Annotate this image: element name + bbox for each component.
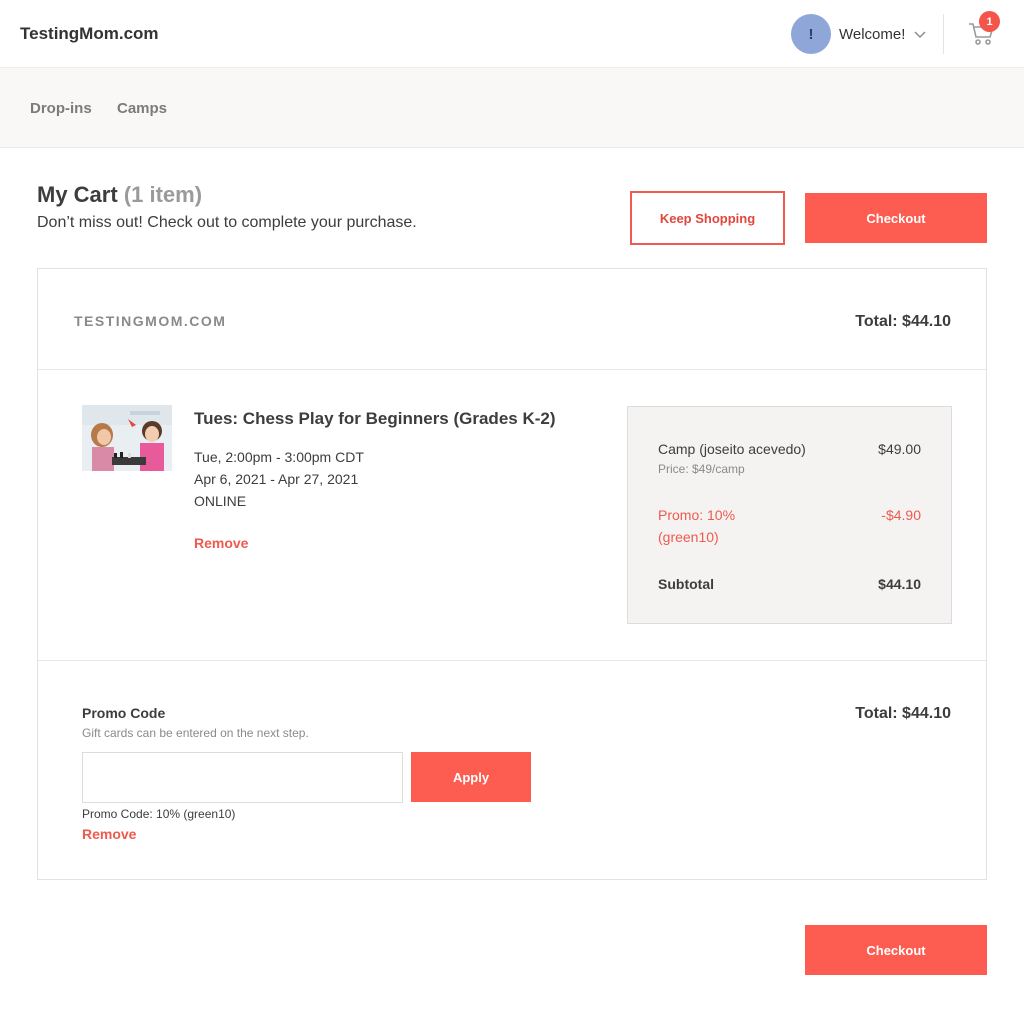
vendor-total: Total: $44.10 <box>855 313 951 330</box>
welcome-label: Welcome! <box>839 25 906 43</box>
item-dates: Apr 6, 2021 - Apr 27, 2021 <box>194 471 359 487</box>
divider <box>38 660 986 661</box>
line-item-label: Camp (joseito acevedo) <box>658 441 806 457</box>
page-title: My Cart (1 item) <box>37 182 202 208</box>
price-summary: Camp (joseito acevedo) $49.00 Price: $49… <box>627 406 952 624</box>
item-thumbnail <box>82 405 172 471</box>
nav-drop-ins[interactable]: Drop-ins <box>30 100 92 117</box>
avatar: ! <box>791 14 831 54</box>
remove-promo-link[interactable]: Remove <box>82 826 136 842</box>
item-title[interactable]: Tues: Chess Play for Beginners (Grades K… <box>194 409 556 429</box>
top-header: TestingMom.com ! Welcome! 1 <box>0 0 1024 68</box>
cart-count-badge: 1 <box>979 11 1000 32</box>
subtotal-amount: $44.10 <box>878 576 921 592</box>
user-menu[interactable]: ! Welcome! <box>791 14 927 54</box>
header-divider <box>943 14 944 54</box>
promo-line-amount: -$4.90 <box>881 507 921 523</box>
vendor-name: TESTINGMOM.COM <box>74 313 227 329</box>
site-logo[interactable]: TestingMom.com <box>20 24 159 44</box>
line-item-amount: $49.00 <box>878 441 921 457</box>
order-total: Total: $44.10 <box>855 705 951 722</box>
promo-code-input[interactable] <box>82 752 403 803</box>
item-time: Tue, 2:00pm - 3:00pm CDT <box>194 449 364 465</box>
checkout-button-top[interactable]: Checkout <box>805 193 987 243</box>
subtotal-label: Subtotal <box>658 576 714 592</box>
cart-item-count: (1 item) <box>123 182 203 207</box>
nav-camps[interactable]: Camps <box>117 100 167 117</box>
sub-navigation: Drop-ins Camps <box>0 68 1024 148</box>
promo-line-code: (green10) <box>658 529 719 545</box>
chevron-down-icon <box>914 31 926 38</box>
apply-promo-button[interactable]: Apply <box>411 752 531 802</box>
divider <box>38 369 986 370</box>
item-location: ONLINE <box>194 493 247 509</box>
checkout-button-bottom[interactable]: Checkout <box>805 925 987 975</box>
cart-title: My Cart <box>37 182 118 207</box>
price-note: Price: $49/camp <box>658 462 745 476</box>
remove-item-link[interactable]: Remove <box>194 535 248 551</box>
page-subtitle: Don’t miss out! Check out to complete yo… <box>37 214 417 231</box>
promo-code-help: Gift cards can be entered on the next st… <box>82 726 309 740</box>
promo-code-label: Promo Code <box>82 705 166 721</box>
cart-card: TESTINGMOM.COM Total: $44.10 Tues: Chess… <box>37 268 987 880</box>
promo-line-label: Promo: 10% <box>658 507 736 523</box>
keep-shopping-button[interactable]: Keep Shopping <box>630 191 785 245</box>
applied-promo-text: Promo Code: 10% (green10) <box>82 807 236 821</box>
